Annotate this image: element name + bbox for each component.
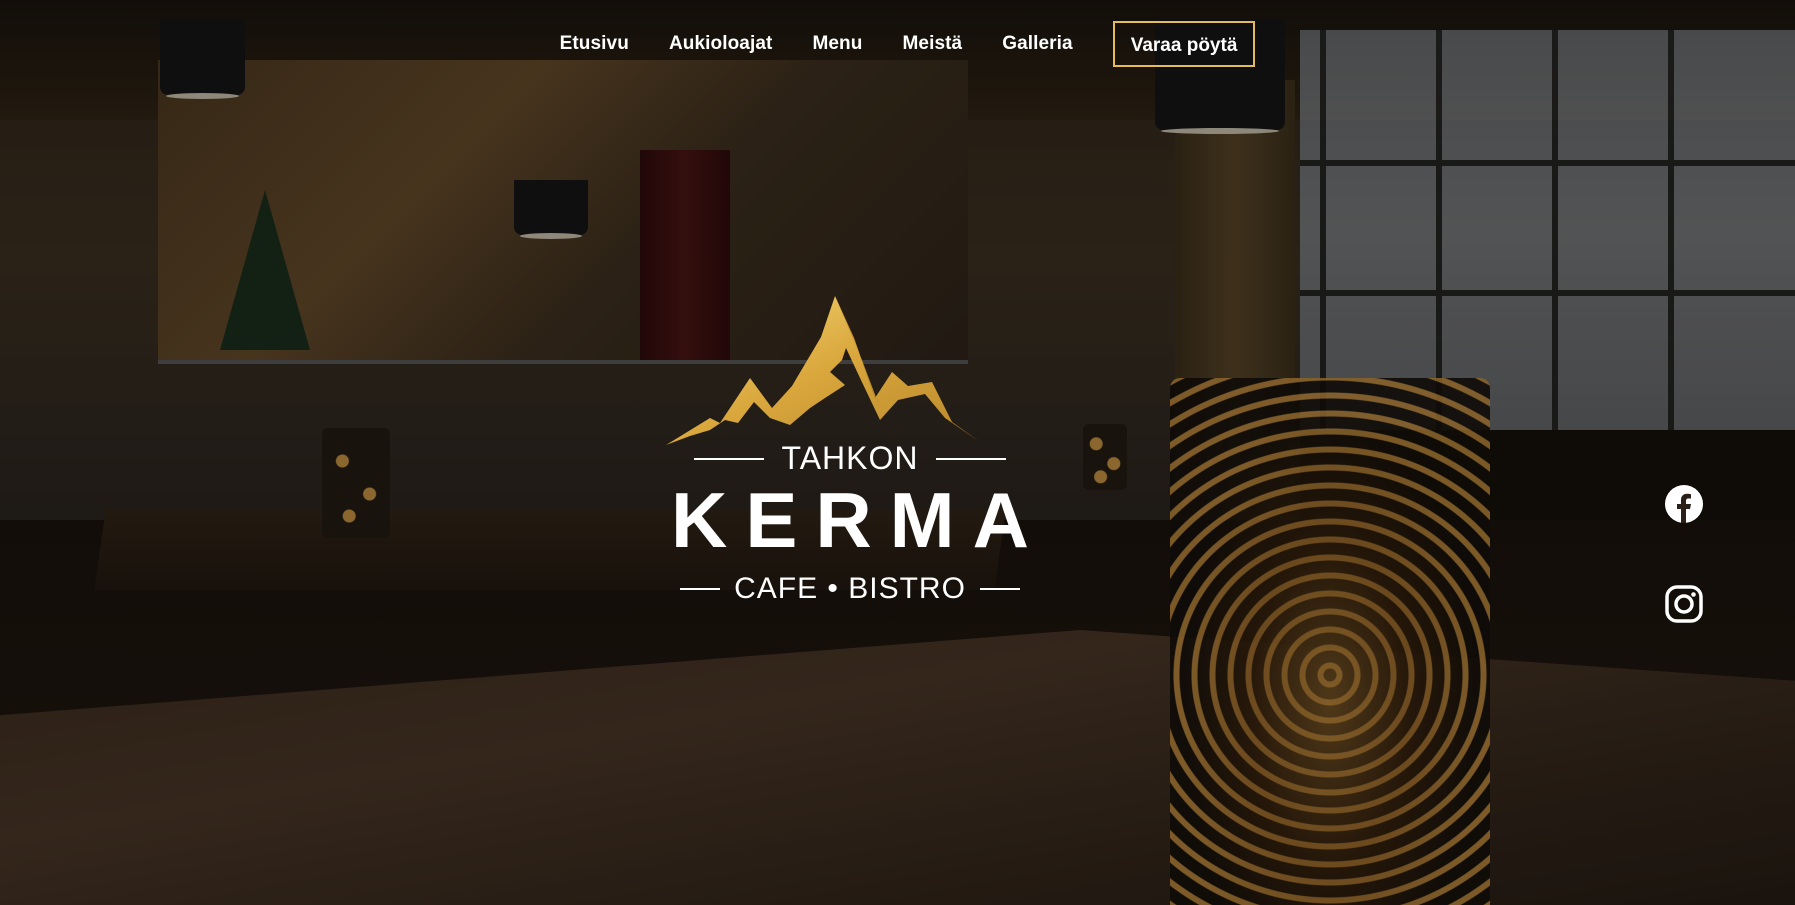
logo-wordmark: KERMA (671, 476, 1047, 564)
divider-line (936, 457, 1007, 460)
nav-item-menu[interactable]: Menu (792, 19, 882, 69)
nav-item-galleria[interactable]: Galleria (982, 19, 1093, 69)
book-table-button[interactable]: Varaa pöytä (1112, 21, 1256, 67)
divider-line (979, 588, 1020, 590)
mountain-peaks-icon (666, 296, 980, 445)
logo-top-text: TAHKON (781, 440, 919, 476)
logo-bottom-text: CAFE • BISTRO (734, 572, 966, 605)
logo-tagline-top: TAHKON (650, 440, 1050, 477)
main-navigation: Etusivu Aukioloajat Menu Meistä Galleria… (0, 19, 1795, 69)
facebook-icon[interactable] (1664, 484, 1704, 524)
divider-line (680, 588, 721, 590)
divider-line (693, 457, 764, 460)
logo-tagline-bottom: CAFE • BISTRO (650, 572, 1050, 606)
nav-item-aukioloajat[interactable]: Aukioloajat (649, 19, 793, 69)
instagram-icon[interactable] (1664, 584, 1704, 624)
nav-item-etusivu[interactable]: Etusivu (540, 19, 649, 69)
brand-logo: TAHKON KERMA CAFE • BISTRO (650, 290, 1050, 620)
nav-item-meista[interactable]: Meistä (882, 19, 982, 69)
